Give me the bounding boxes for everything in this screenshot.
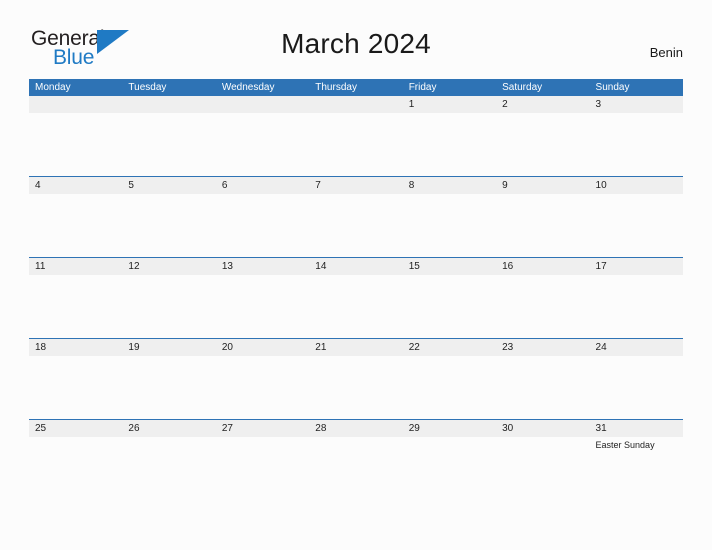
day-cell[interactable] bbox=[309, 356, 402, 419]
day-number[interactable]: 6 bbox=[216, 177, 309, 194]
day-number[interactable]: 1 bbox=[403, 96, 496, 113]
day-number[interactable]: 17 bbox=[590, 258, 683, 275]
day-cell[interactable] bbox=[122, 437, 215, 500]
weekday-header-friday: Friday bbox=[408, 82, 437, 93]
day-cell[interactable] bbox=[122, 356, 215, 419]
day-cell[interactable] bbox=[496, 194, 589, 257]
day-number[interactable]: 31 bbox=[590, 420, 683, 437]
day-cell[interactable] bbox=[29, 356, 122, 419]
day-cell[interactable] bbox=[403, 275, 496, 338]
day-events-band: Easter Sunday bbox=[29, 437, 683, 500]
weekday-header-sunday: Sunday bbox=[595, 82, 630, 93]
day-cell[interactable] bbox=[590, 356, 683, 419]
day-cell[interactable] bbox=[122, 113, 215, 176]
day-number[interactable]: 10 bbox=[590, 177, 683, 194]
day-number-empty bbox=[309, 96, 402, 113]
date-number-band: 4 5 6 7 8 9 10 bbox=[29, 177, 683, 194]
day-number[interactable]: 23 bbox=[496, 339, 589, 356]
day-cell[interactable] bbox=[590, 194, 683, 257]
day-number[interactable]: 9 bbox=[496, 177, 589, 194]
calendar-week-row: 18 19 20 21 22 23 24 bbox=[29, 338, 683, 419]
day-number[interactable]: 12 bbox=[122, 258, 215, 275]
day-cell[interactable] bbox=[29, 275, 122, 338]
day-cell[interactable] bbox=[122, 194, 215, 257]
calendar-table: Monday Tuesday Wednesday Thursday Friday… bbox=[29, 79, 683, 500]
calendar-week-row: 11 12 13 14 15 16 17 bbox=[29, 257, 683, 338]
day-cell[interactable] bbox=[403, 194, 496, 257]
day-cell[interactable] bbox=[216, 194, 309, 257]
day-cell[interactable] bbox=[29, 113, 122, 176]
day-number-empty bbox=[216, 96, 309, 113]
day-cell[interactable] bbox=[496, 437, 589, 500]
date-number-band: 25 26 27 28 29 30 31 bbox=[29, 420, 683, 437]
weekday-header-row: Monday Tuesday Wednesday Thursday Friday… bbox=[29, 79, 683, 96]
day-number[interactable]: 22 bbox=[403, 339, 496, 356]
day-number[interactable]: 4 bbox=[29, 177, 122, 194]
day-number[interactable]: 25 bbox=[29, 420, 122, 437]
day-events-band bbox=[29, 356, 683, 419]
day-number[interactable]: 27 bbox=[216, 420, 309, 437]
day-number-empty bbox=[29, 96, 122, 113]
day-events-band bbox=[29, 275, 683, 338]
day-cell[interactable]: Easter Sunday bbox=[590, 437, 683, 500]
day-cell[interactable] bbox=[496, 113, 589, 176]
day-cell[interactable] bbox=[309, 437, 402, 500]
weekday-header-saturday: Saturday bbox=[502, 82, 543, 93]
day-number[interactable]: 16 bbox=[496, 258, 589, 275]
day-cell[interactable] bbox=[29, 437, 122, 500]
day-cell[interactable] bbox=[403, 437, 496, 500]
day-number[interactable]: 20 bbox=[216, 339, 309, 356]
weekday-header-wednesday: Wednesday bbox=[221, 82, 275, 93]
day-number[interactable]: 18 bbox=[29, 339, 122, 356]
day-number[interactable]: 15 bbox=[403, 258, 496, 275]
day-number[interactable]: 5 bbox=[122, 177, 215, 194]
day-number[interactable]: 7 bbox=[309, 177, 402, 194]
day-cell[interactable] bbox=[403, 113, 496, 176]
day-number[interactable]: 8 bbox=[403, 177, 496, 194]
weekday-header-thursday: Thursday bbox=[315, 82, 357, 93]
day-number[interactable]: 19 bbox=[122, 339, 215, 356]
region-label: Benin bbox=[649, 45, 683, 60]
day-cell[interactable] bbox=[590, 113, 683, 176]
day-cell[interactable] bbox=[496, 356, 589, 419]
day-cell[interactable] bbox=[216, 437, 309, 500]
day-cell[interactable] bbox=[216, 275, 309, 338]
day-events-band bbox=[29, 113, 683, 176]
day-number[interactable]: 29 bbox=[403, 420, 496, 437]
day-cell[interactable] bbox=[29, 194, 122, 257]
date-number-band: 123 bbox=[29, 96, 683, 113]
day-number[interactable]: 24 bbox=[590, 339, 683, 356]
day-events-band bbox=[29, 194, 683, 257]
date-number-band: 11 12 13 14 15 16 17 bbox=[29, 258, 683, 275]
page-header: General Blue March 2024 Benin bbox=[0, 0, 712, 78]
day-cell[interactable] bbox=[403, 356, 496, 419]
day-cell[interactable] bbox=[309, 275, 402, 338]
day-number[interactable]: 3 bbox=[590, 96, 683, 113]
day-cell[interactable] bbox=[216, 113, 309, 176]
weekday-header-tuesday: Tuesday bbox=[128, 82, 167, 93]
calendar-weeks: 1 2 3 4 5 6 7 8 9 10 11 12 13 14 15 16 17 18 19 20 21 22 23 24 2… bbox=[29, 96, 683, 500]
day-number[interactable]: 2 bbox=[496, 96, 589, 113]
calendar-week-row: 25 26 27 28 29 30 31 Easter Sunday bbox=[29, 419, 683, 500]
day-number-empty bbox=[122, 96, 215, 113]
day-number[interactable]: 30 bbox=[496, 420, 589, 437]
day-number[interactable]: 28 bbox=[309, 420, 402, 437]
day-number[interactable]: 14 bbox=[309, 258, 402, 275]
date-number-band: 18 19 20 21 22 23 24 bbox=[29, 339, 683, 356]
day-number[interactable]: 26 bbox=[122, 420, 215, 437]
page-title: March 2024 bbox=[281, 28, 431, 59]
day-cell[interactable] bbox=[122, 275, 215, 338]
calendar-week-row: 123 bbox=[29, 96, 683, 176]
day-cell[interactable] bbox=[496, 275, 589, 338]
day-number[interactable]: 21 bbox=[309, 339, 402, 356]
day-cell[interactable] bbox=[216, 356, 309, 419]
weekday-header-monday: Monday bbox=[35, 82, 71, 93]
holiday-label: Easter Sunday bbox=[595, 440, 655, 450]
day-number[interactable]: 11 bbox=[29, 258, 122, 275]
day-cell[interactable] bbox=[590, 275, 683, 338]
calendar-week-row: 4 5 6 7 8 9 10 bbox=[29, 176, 683, 257]
day-number[interactable]: 13 bbox=[216, 258, 309, 275]
day-cell[interactable] bbox=[309, 113, 402, 176]
day-cell[interactable] bbox=[309, 194, 402, 257]
